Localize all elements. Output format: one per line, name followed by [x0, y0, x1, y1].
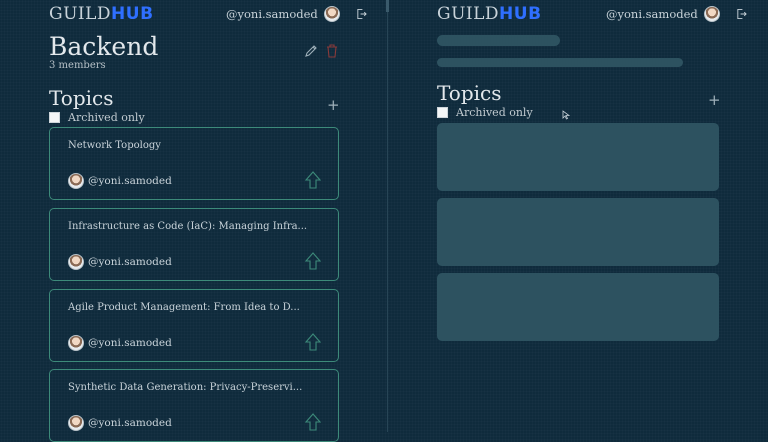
topic-author: @yoni.samoded	[68, 254, 172, 270]
topic-title: Network Topology	[68, 140, 161, 151]
topics-heading: Topics	[49, 86, 114, 110]
archived-checkbox[interactable]	[49, 112, 60, 123]
logout-icon[interactable]	[356, 8, 367, 20]
app-logo[interactable]: GUILDHUB	[437, 4, 542, 24]
archived-label: Archived only	[456, 106, 533, 119]
logout-icon[interactable]	[736, 8, 747, 20]
header: GUILDHUB @yoni.samoded	[0, 4, 387, 24]
upvote-icon[interactable]	[305, 171, 321, 189]
logo-guild: GUILD	[437, 4, 500, 24]
mouse-cursor-icon	[562, 110, 570, 120]
upvote-icon[interactable]	[305, 333, 321, 351]
page-title: Backend	[49, 32, 159, 61]
topic-author: @yoni.samoded	[68, 415, 172, 431]
logo-hub: HUB	[111, 4, 154, 24]
archived-label: Archived only	[68, 111, 145, 124]
trash-icon[interactable]	[326, 44, 338, 58]
topic-author: @yoni.samoded	[68, 173, 172, 189]
topic-title: Agile Product Management: From Idea to D…	[68, 302, 300, 313]
topic-title: Infrastructure as Code (IaC): Managing I…	[68, 221, 308, 232]
archived-checkbox[interactable]	[437, 107, 448, 118]
user-menu[interactable]: @yoni.samoded	[606, 6, 747, 22]
username: @yoni.samoded	[226, 7, 318, 21]
author-name: @yoni.samoded	[88, 175, 172, 187]
topic-card[interactable]: Network Topology @yoni.samoded	[49, 127, 339, 200]
pane-divider[interactable]	[387, 0, 388, 432]
avatar	[68, 415, 84, 431]
left-pane: GUILDHUB @yoni.samoded Backend 3 members…	[0, 0, 387, 442]
upvote-icon[interactable]	[305, 413, 321, 431]
topics-heading: Topics	[437, 81, 502, 105]
skeleton-title	[437, 35, 560, 46]
avatar	[68, 335, 84, 351]
header: GUILDHUB @yoni.samoded	[389, 4, 768, 24]
avatar	[68, 173, 84, 189]
topic-card[interactable]: Synthetic Data Generation: Privacy-Prese…	[49, 369, 339, 442]
add-topic-plus-icon[interactable]: +	[708, 91, 721, 109]
skeleton-subtitle	[437, 58, 683, 67]
members-count[interactable]: 3 members	[49, 60, 106, 71]
avatar	[68, 254, 84, 270]
logo-hub: HUB	[499, 4, 542, 24]
logo-guild: GUILD	[49, 4, 112, 24]
skeleton-card	[437, 123, 719, 191]
topic-card[interactable]: Infrastructure as Code (IaC): Managing I…	[49, 208, 339, 281]
author-name: @yoni.samoded	[88, 256, 172, 268]
topic-card[interactable]: Agile Product Management: From Idea to D…	[49, 289, 339, 362]
archived-filter[interactable]: Archived only	[437, 106, 533, 119]
archived-filter[interactable]: Archived only	[49, 111, 145, 124]
skeleton-card	[437, 273, 719, 341]
author-name: @yoni.samoded	[88, 337, 172, 349]
avatar[interactable]	[703, 6, 720, 22]
edit-icon[interactable]	[304, 44, 318, 58]
right-pane: GUILDHUB @yoni.samoded Topics + Archived…	[389, 0, 768, 432]
topic-title: Synthetic Data Generation: Privacy-Prese…	[68, 382, 303, 393]
skeleton-card	[437, 198, 719, 266]
author-name: @yoni.samoded	[88, 417, 172, 429]
username: @yoni.samoded	[606, 7, 698, 21]
user-menu[interactable]: @yoni.samoded	[226, 6, 367, 22]
add-topic-plus-icon[interactable]: +	[327, 96, 340, 114]
app-logo[interactable]: GUILDHUB	[49, 4, 154, 24]
topic-author: @yoni.samoded	[68, 335, 172, 351]
upvote-icon[interactable]	[305, 252, 321, 270]
avatar[interactable]	[323, 6, 340, 22]
